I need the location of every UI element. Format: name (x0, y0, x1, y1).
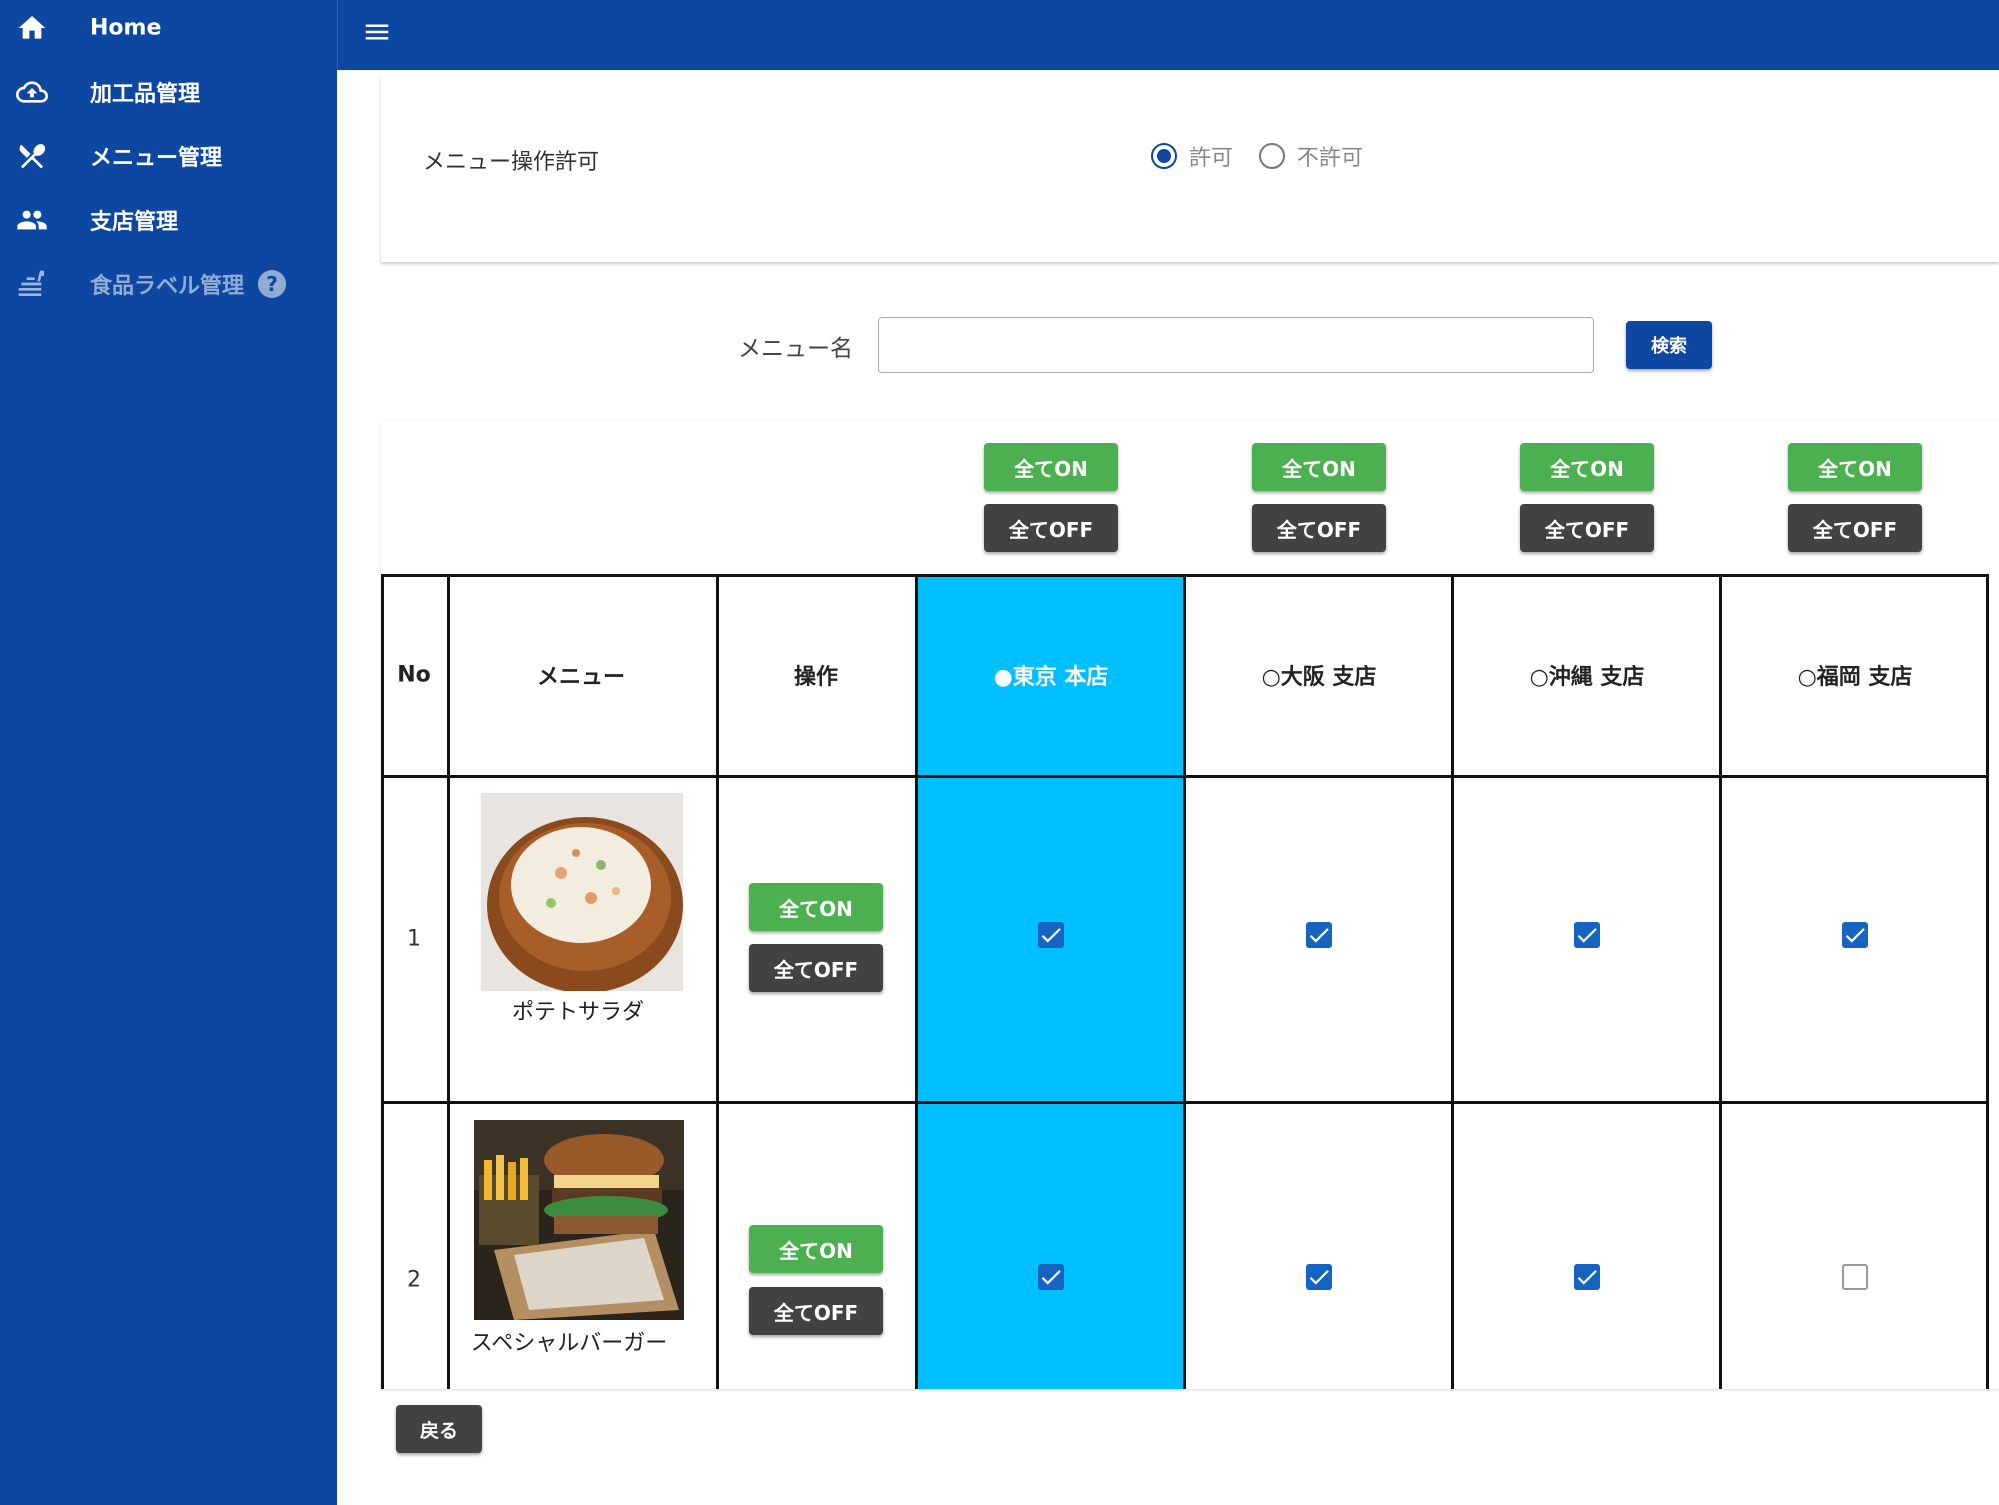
store-3-all-off-button[interactable]: 全てOFF (1520, 504, 1654, 552)
check-icon (1845, 928, 1865, 943)
utensils-icon (19, 144, 46, 169)
store-1-all-on-button[interactable]: 全てON (984, 443, 1118, 491)
table-border (1183, 574, 1186, 1389)
search-button[interactable]: 検索 (1626, 321, 1712, 369)
check-icon (1041, 1270, 1061, 1285)
help-icon[interactable]: ? (258, 270, 286, 298)
sidebar-item-branch-management[interactable]: 支店管理 (0, 190, 337, 250)
checkbox-row1-fukuoka[interactable] (1842, 922, 1868, 948)
permission-deny-radio[interactable]: 不許可 (1259, 140, 1363, 172)
row-number: 2 (407, 1267, 421, 1293)
store-2-all-off-button[interactable]: 全てOFF (1252, 504, 1386, 552)
sidebar: Home 加工品管理 メニュー管理 支店管理 食品ラベル管理 ? (0, 0, 337, 1505)
hamburger-menu-icon[interactable] (362, 17, 392, 47)
menu-permission-label: メニュー操作許可 (423, 150, 600, 175)
menu-name: ポテトサラダ (511, 1000, 645, 1025)
row-2-all-on-button[interactable]: 全てON (749, 1225, 883, 1273)
check-icon (1309, 1270, 1329, 1285)
sidebar-item-menu-management[interactable]: メニュー管理 (0, 126, 337, 186)
sidebar-item-label: 支店管理 (90, 210, 179, 235)
check-icon (1577, 928, 1597, 943)
menu-store-table: 全てON 全てOFF 全てON 全てOFF 全てON 全てOFF 全てON 全て… (381, 421, 1999, 1389)
checkbox-row2-osaka[interactable] (1306, 1264, 1332, 1290)
menu-name: スペシャルバーガー (470, 1331, 668, 1356)
potato-salad-photo (481, 793, 683, 991)
sidebar-item-label: メニュー管理 (90, 146, 223, 171)
store-1-all-off-button[interactable]: 全てOFF (984, 504, 1118, 552)
home-icon (18, 16, 46, 39)
menu-permission-card: メニュー操作許可 許可 不許可 (381, 76, 1999, 262)
food-label-icon (18, 270, 44, 296)
menu-name-search-input[interactable] (878, 317, 1594, 373)
header-store-okinawa[interactable]: ○沖縄 支店 (1530, 659, 1645, 691)
table-border (1719, 574, 1722, 1389)
header-store-osaka[interactable]: ○大阪 支店 (1262, 659, 1377, 691)
header-operation: 操作 (793, 665, 839, 690)
store-3-all-on-button[interactable]: 全てON (1520, 443, 1654, 491)
sidebar-item-label: Home (90, 15, 162, 41)
row-number: 1 (407, 926, 421, 952)
back-button[interactable]: 戻る (396, 1405, 482, 1453)
table-border (381, 574, 384, 1389)
menu-name-label: メニュー名 (738, 336, 853, 362)
cloud-upload-icon (16, 81, 48, 103)
row-2-all-off-button[interactable]: 全てOFF (749, 1287, 883, 1335)
sidebar-item-home[interactable]: Home (0, 0, 337, 58)
header-store-fukuoka[interactable]: ○福岡 支店 (1798, 659, 1913, 691)
sidebar-item-label: 加工品管理 (90, 82, 201, 107)
permission-deny-label: 不許可 (1297, 146, 1364, 171)
radio-unselected-icon[interactable] (1259, 143, 1285, 169)
row-1-all-on-button[interactable]: 全てON (749, 883, 883, 931)
check-icon (1577, 1270, 1597, 1285)
burger-photo (474, 1120, 684, 1320)
permission-allow-label: 許可 (1189, 146, 1234, 171)
checkbox-row2-fukuoka[interactable] (1842, 1264, 1868, 1290)
store-4-all-on-button[interactable]: 全てON (1788, 443, 1922, 491)
people-icon (17, 210, 47, 230)
sidebar-item-processed-goods[interactable]: 加工品管理 (0, 62, 337, 122)
header-menu: メニュー (536, 665, 626, 690)
checkbox-row2-tokyo[interactable] (1038, 1264, 1064, 1290)
table-border (1986, 574, 1989, 1389)
checkbox-row1-okinawa[interactable] (1574, 922, 1600, 948)
store-4-all-off-button[interactable]: 全てOFF (1788, 504, 1922, 552)
header-store-tokyo[interactable]: ●東京 本店 (994, 659, 1109, 691)
check-icon (1309, 928, 1329, 943)
checkbox-row1-osaka[interactable] (1306, 922, 1332, 948)
table-border (716, 574, 719, 1389)
checkbox-row2-okinawa[interactable] (1574, 1264, 1600, 1290)
header-no: No (397, 662, 431, 688)
table-border (915, 574, 918, 1389)
checkbox-row1-tokyo[interactable] (1038, 922, 1064, 948)
sidebar-item-food-label-management[interactable]: 食品ラベル管理 ? (0, 254, 337, 314)
check-icon (1041, 928, 1061, 943)
store-2-all-on-button[interactable]: 全てON (1252, 443, 1386, 491)
sidebar-item-label: 食品ラベル管理 (90, 274, 245, 299)
permission-allow-radio[interactable]: 許可 (1151, 140, 1233, 172)
table-border (1451, 574, 1454, 1389)
top-app-bar (337, 0, 1999, 70)
radio-selected-icon[interactable] (1151, 143, 1177, 169)
row-1-all-off-button[interactable]: 全てOFF (749, 944, 883, 992)
table-border (447, 574, 450, 1389)
